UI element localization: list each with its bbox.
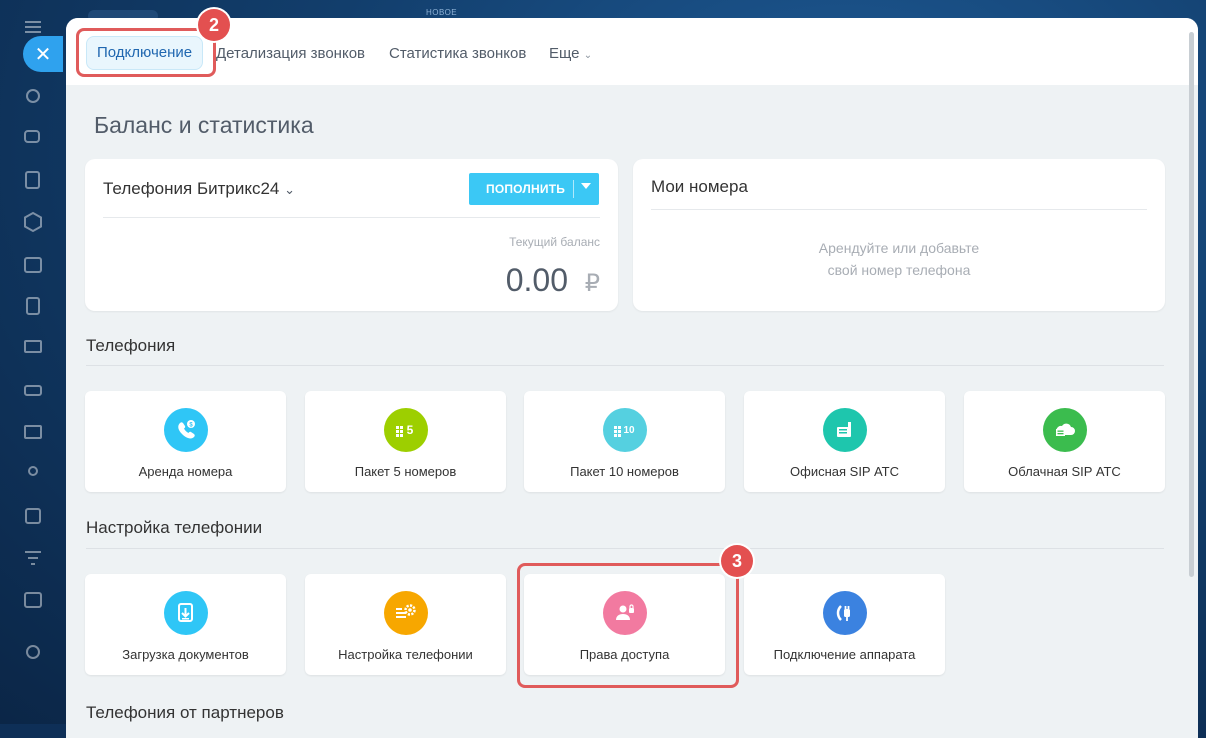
tab-call-details[interactable]: Детализация звонков <box>216 40 365 68</box>
empty-line-1: Арендуйте или добавьте <box>818 240 980 256</box>
settings-icon <box>384 591 428 635</box>
tile-number-rent[interactable]: $ Аренда номера <box>85 391 286 492</box>
presentation-icon[interactable] <box>22 337 44 359</box>
tile-cloud-pbx[interactable]: Облачная SIP АТС <box>964 391 1165 492</box>
tile-label: Подключение аппарата <box>773 647 916 662</box>
tabs-bar: Подключение Детализация звонков Статисти… <box>66 18 1198 85</box>
ten-numbers-icon: 10 <box>603 408 647 452</box>
documents-icon[interactable] <box>22 295 44 317</box>
balance-value: 0.00 <box>505 262 568 298</box>
tile-label: Аренда номера <box>138 464 233 479</box>
step-badge-2: 2 <box>198 9 230 41</box>
tab-more-label: Еще <box>549 45 580 62</box>
close-icon: ✕ <box>34 43 52 66</box>
currency-symbol: ₽ <box>584 270 600 297</box>
tile-label: Облачная SIP АТС <box>1008 464 1121 479</box>
tile-10-numbers[interactable]: 10 Пакет 10 номеров <box>524 391 725 492</box>
my-numbers-card: Мои номера Арендуйте или добавьте свой н… <box>633 159 1165 311</box>
tile-label: Настройка телефонии <box>338 647 473 662</box>
settings-sidebar-icon[interactable] <box>22 641 44 663</box>
tile-device-connect[interactable]: Подключение аппарата <box>744 574 945 675</box>
office-pbx-icon <box>823 408 867 452</box>
highlight-connection-tab <box>76 28 216 77</box>
tab-more[interactable]: Еще ⌄ <box>549 40 592 68</box>
left-sidebar <box>0 0 66 724</box>
tile-label: Офисная SIP АТС <box>790 464 899 479</box>
balance-card-title[interactable]: Телефония Битрикс24 ⌄ <box>103 179 295 199</box>
tile-label: Пакет 10 номеров <box>570 464 679 479</box>
feed-icon[interactable] <box>22 169 44 191</box>
chat-icon[interactable] <box>22 127 44 149</box>
scrollbar[interactable] <box>1189 32 1194 577</box>
my-numbers-empty-text: Арендуйте или добавьте свой номер телефо… <box>633 237 1165 281</box>
balance-card-title-text: Телефония Битрикс24 <box>103 179 280 198</box>
close-slider-button[interactable]: ✕ <box>23 36 63 72</box>
filter-icon[interactable] <box>22 547 44 569</box>
chevron-down-icon: ⌄ <box>284 182 296 197</box>
svg-text:5: 5 <box>407 423 414 437</box>
tile-label: Пакет 5 номеров <box>354 464 457 479</box>
sites-icon[interactable] <box>22 589 44 611</box>
tile-label: Загрузка документов <box>122 647 249 662</box>
balance-label: Текущий баланс <box>509 235 600 249</box>
tab-call-statistics[interactable]: Статистика звонков <box>389 40 526 68</box>
topup-button[interactable]: ПОПОЛНИТЬ <box>469 173 599 205</box>
document-upload-icon <box>164 591 208 635</box>
crm-icon[interactable] <box>22 85 44 107</box>
section-divider <box>86 548 1164 549</box>
calendar-icon[interactable] <box>22 253 44 275</box>
my-numbers-title: Мои номера <box>651 177 748 196</box>
tile-5-numbers[interactable]: 5 Пакет 5 номеров <box>305 391 506 492</box>
empty-line-2: свой номер телефона <box>827 262 971 278</box>
contacts-icon[interactable] <box>22 463 44 485</box>
device-connect-icon <box>823 591 867 635</box>
tile-telephony-settings[interactable]: Настройка телефонии <box>305 574 506 675</box>
tile-office-pbx[interactable]: Офисная SIP АТС <box>744 391 945 492</box>
step-badge-3: 3 <box>721 545 753 577</box>
divider <box>651 209 1147 210</box>
highlight-access-rights <box>517 563 739 688</box>
section-telephony: Телефония <box>86 336 176 355</box>
topup-separator <box>573 180 574 198</box>
new-label: НОВОЕ <box>426 8 458 17</box>
divider <box>103 217 600 218</box>
drive-icon[interactable] <box>22 379 44 401</box>
section-partner-telephony: Телефония от партнеров <box>86 703 284 722</box>
five-numbers-icon: 5 <box>384 408 428 452</box>
page-title: Баланс и статистика <box>94 112 314 138</box>
tasks-icon[interactable] <box>22 505 44 527</box>
menu-icon[interactable] <box>22 16 44 38</box>
hexagon-icon[interactable] <box>22 211 44 233</box>
mail-icon[interactable] <box>22 421 44 443</box>
topup-label: ПОПОЛНИТЬ <box>486 182 566 196</box>
section-telephony-settings: Настройка телефонии <box>86 518 263 537</box>
cloud-pbx-icon <box>1043 408 1087 452</box>
balance-card: Телефония Битрикс24 ⌄ ПОПОЛНИТЬ Текущий … <box>85 159 618 311</box>
phone-rent-icon: $ <box>164 408 208 452</box>
section-divider <box>86 365 1164 366</box>
chevron-down-icon: ⌄ <box>583 50 593 61</box>
tile-document-upload[interactable]: Загрузка документов <box>85 574 286 675</box>
dropdown-arrow-icon[interactable] <box>581 183 591 189</box>
svg-text:10: 10 <box>623 425 635 436</box>
